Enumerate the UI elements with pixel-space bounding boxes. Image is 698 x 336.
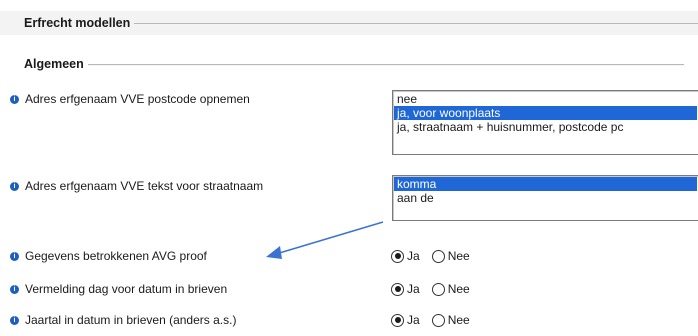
listbox-option-komma[interactable]: komma xyxy=(394,177,697,191)
radio-label: Ja xyxy=(407,249,420,263)
setting-row-dag-voor-datum: i Vermelding dag voor datum in brieven xyxy=(10,280,227,298)
setting-label: Vermelding dag voor datum in brieven xyxy=(25,282,228,296)
info-icon[interactable]: i xyxy=(10,251,19,261)
listbox-option-ja-straatnaam-huisnummer[interactable]: ja, straatnaam + huisnummer, postcode pc xyxy=(394,120,697,134)
section-title: Erfrecht modellen xyxy=(24,16,131,30)
setting-row-postcode: i Adres erfgenaam VVE postcode opnemen xyxy=(10,90,250,108)
section-header-erfrecht-modellen: Erfrecht modellen xyxy=(0,11,698,35)
avg-proof-radio-group: Ja Nee xyxy=(391,247,482,265)
radio-label: Nee xyxy=(447,282,470,296)
section-divider xyxy=(87,63,684,66)
radio-option-nee[interactable]: Nee xyxy=(431,282,470,296)
postcode-option-listbox[interactable]: nee ja, voor woonplaats ja, straatnaam +… xyxy=(392,90,698,155)
listbox-option-ja-voor-woonplaats[interactable]: ja, voor woonplaats xyxy=(394,106,697,120)
jaartal-datum-radio-group: Ja Nee xyxy=(391,311,482,329)
info-icon[interactable]: i xyxy=(10,284,19,294)
info-icon[interactable]: i xyxy=(10,315,19,325)
straatnaam-text-listbox[interactable]: komma aan de xyxy=(392,175,698,221)
radio-button[interactable] xyxy=(391,282,404,296)
setting-row-straatnaam-tekst: i Adres erfgenaam VVE tekst voor straatn… xyxy=(10,177,263,195)
radio-button[interactable] xyxy=(391,249,404,263)
radio-label: Ja xyxy=(407,313,420,327)
listbox-option-aan-de[interactable]: aan de xyxy=(394,191,697,205)
radio-option-ja[interactable]: Ja xyxy=(391,249,420,263)
section-header-algemeen: Algemeen xyxy=(0,52,698,76)
dag-voor-datum-radio-group: Ja Nee xyxy=(391,280,482,298)
section-divider xyxy=(134,22,698,25)
radio-option-nee[interactable]: Nee xyxy=(431,313,470,327)
setting-row-jaartal-datum: i Jaartal in datum in brieven (anders a.… xyxy=(10,311,236,329)
radio-label: Nee xyxy=(447,313,470,327)
radio-option-ja[interactable]: Ja xyxy=(391,282,420,296)
setting-label: Adres erfgenaam VVE tekst voor straatnaa… xyxy=(25,179,264,193)
setting-label: Adres erfgenaam VVE postcode opnemen xyxy=(25,92,250,106)
setting-label: Gegevens betrokkenen AVG proof xyxy=(25,249,207,263)
listbox-option-nee[interactable]: nee xyxy=(394,92,697,106)
arrow-shaft xyxy=(275,221,384,255)
radio-button[interactable] xyxy=(431,249,445,263)
radio-option-ja[interactable]: Ja xyxy=(391,313,420,327)
info-icon[interactable]: i xyxy=(10,181,19,191)
radio-label: Ja xyxy=(407,282,420,296)
info-icon[interactable]: i xyxy=(10,94,19,104)
radio-button[interactable] xyxy=(431,313,445,327)
section-title: Algemeen xyxy=(24,57,84,71)
arrow-head xyxy=(266,246,282,259)
radio-button[interactable] xyxy=(391,313,404,327)
radio-label: Nee xyxy=(447,249,470,263)
radio-option-nee[interactable]: Nee xyxy=(431,249,470,263)
setting-row-avg-proof: i Gegevens betrokkenen AVG proof xyxy=(10,247,207,265)
radio-button[interactable] xyxy=(431,282,445,296)
setting-label: Jaartal in datum in brieven (anders a.s.… xyxy=(25,313,237,327)
